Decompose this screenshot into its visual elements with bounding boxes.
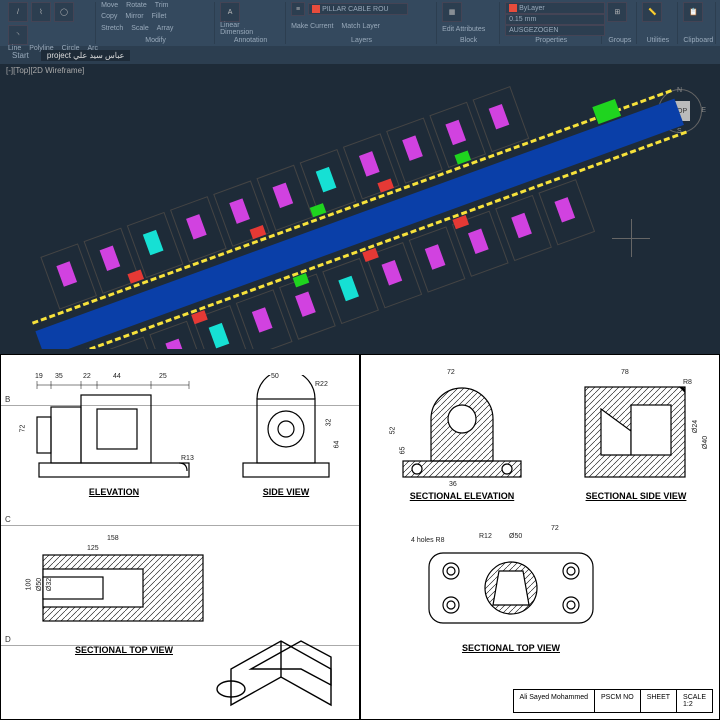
fig-sectional-elevation: 72 52 65 36 SECTIONAL ELEVATION [387,369,537,501]
line-button[interactable]: / [8,2,28,22]
panel-layers: ≡ PILLAR CABLE ROU Make Current Match La… [287,2,437,44]
insert-button[interactable]: ▦ [442,2,462,22]
text-button[interactable]: A [220,2,240,22]
label-sec-side: SECTIONAL SIDE VIEW [571,491,701,501]
ribbon: / ⌇ ◯ ◝ Line Polyline Circle Arc Draw Mo… [0,0,720,46]
copy-button[interactable]: Copy [101,13,117,20]
viewcube-n[interactable]: N [677,87,682,94]
panel-block: ▦ Edit Attributes Block [438,2,500,44]
panel-utilities-label: Utilities [642,36,673,44]
drawing-canvas[interactable]: TOP N S E W [0,77,720,349]
sheet-right: 72 52 65 36 SECTIONAL ELEVATION 78 R8 Ø2… [360,354,720,720]
stretch-button[interactable]: Stretch [101,25,123,32]
panel-layers-label: Layers [291,36,432,44]
match-layer-button[interactable]: Match Layer [341,23,380,30]
grid-label-b: B [5,395,10,404]
panel-groups: ⊞ Groups [603,2,637,44]
document-tabbar: Start project عباس سيد علي [0,46,720,64]
fig-sectional-top-right: 4 holes R8 R12 Ø50 72 SECTIONAL TOP VIEW [411,531,611,653]
tab-project[interactable]: project عباس سيد علي [41,50,130,61]
circle-button[interactable]: ◯ [54,2,74,22]
label-sectional-top: SECTIONAL TOP VIEW [29,645,219,655]
viewcube-e[interactable]: E [701,107,706,114]
move-button[interactable]: Move [101,2,118,9]
fillet-button[interactable]: Fillet [152,13,167,20]
grid-label-c: C [5,515,11,524]
trim-button[interactable]: Trim [155,2,169,9]
panel-clipboard: 📋 Clipboard [679,2,716,44]
panel-clipboard-label: Clipboard [683,36,711,44]
panel-annotation-label: Annotation [220,36,281,44]
fig-elevation: 19 35 22 44 25 72 R13 ELEVATION [29,375,199,497]
rotate-button[interactable]: Rotate [126,2,147,9]
measure-button[interactable]: 📏 [642,2,662,22]
label-side-view: SIDE VIEW [231,487,341,497]
fig-isometric [201,625,351,721]
layer-properties-button[interactable]: ≡ [291,2,305,16]
make-current-button[interactable]: Make Current [291,23,333,30]
panel-modify-label: Modify [101,36,210,44]
scale-button[interactable]: Scale [131,25,149,32]
panel-draw: / ⌇ ◯ ◝ Line Polyline Circle Arc Draw [4,2,96,44]
tab-start[interactable]: Start [6,50,35,61]
linetype-combo[interactable]: AUSGEZOGEN [505,25,605,36]
fig-sectional-side: 78 R8 Ø24 Ø40 SECTIONAL SIDE VIEW [571,369,701,501]
title-block: Ali Sayed Mohammed PSCM NO SHEET SCALE1:… [513,689,713,713]
layer-color-swatch [312,5,320,13]
panel-groups-label: Groups [607,36,632,44]
titleblock-scale: SCALE1:2 [676,690,712,712]
fig-side-view: 50 R22 32 64 SIDE VIEW [231,375,341,497]
array-button[interactable]: Array [157,25,174,32]
label-elevation: ELEVATION [29,487,199,497]
paste-button[interactable]: 📋 [683,2,703,22]
label-sec-elev: SECTIONAL ELEVATION [387,491,537,501]
polyline-button[interactable]: ⌇ [31,2,51,22]
arc-button[interactable]: ◝ [8,25,28,45]
group-button[interactable]: ⊞ [607,2,627,22]
current-layer-combo[interactable]: PILLAR CABLE ROU [308,3,408,15]
sheet-left: B C D 19 35 22 44 25 72 R13 [0,354,360,720]
current-layer-name: PILLAR CABLE ROU [322,6,389,13]
titleblock-name: Ali Sayed Mohammed [514,690,594,712]
dimension-button[interactable]: Dimension [220,29,253,36]
color-combo[interactable]: ByLayer [505,2,605,14]
panel-block-label: Block [442,36,495,44]
titleblock-pscm: PSCM NO [594,690,640,712]
label-sec-top-right: SECTIONAL TOP VIEW [411,643,611,653]
technical-drawings: B C D 19 35 22 44 25 72 R13 [0,354,720,720]
cad-application: / ⌇ ◯ ◝ Line Polyline Circle Arc Draw Mo… [0,0,720,354]
site-plan [8,77,712,349]
mirror-button[interactable]: Mirror [125,13,143,20]
lineweight-combo[interactable]: 0.15 mm [505,14,605,25]
titleblock-sheet: SHEET [640,690,676,712]
fig-sectional-top: 158 125 100 Ø50 Ø32 SECTIONAL TOP VIEW [29,533,219,655]
viewport-label[interactable]: [-][Top][2D Wireframe] [0,64,720,77]
grid-label-d: D [5,635,11,644]
linear-button[interactable]: Linear [220,22,239,29]
panel-annotation: A Linear Dimension Annotation [216,2,286,44]
edit-attr-button[interactable]: Edit Attributes [442,26,485,33]
panel-properties: ByLayer 0.15 mm AUSGEZOGEN Properties [501,2,602,44]
panel-modify: Move Rotate Trim Copy Mirror Fillet Stre… [97,2,215,44]
panel-utilities: 📏 Utilities [638,2,678,44]
panel-properties-label: Properties [505,36,597,44]
